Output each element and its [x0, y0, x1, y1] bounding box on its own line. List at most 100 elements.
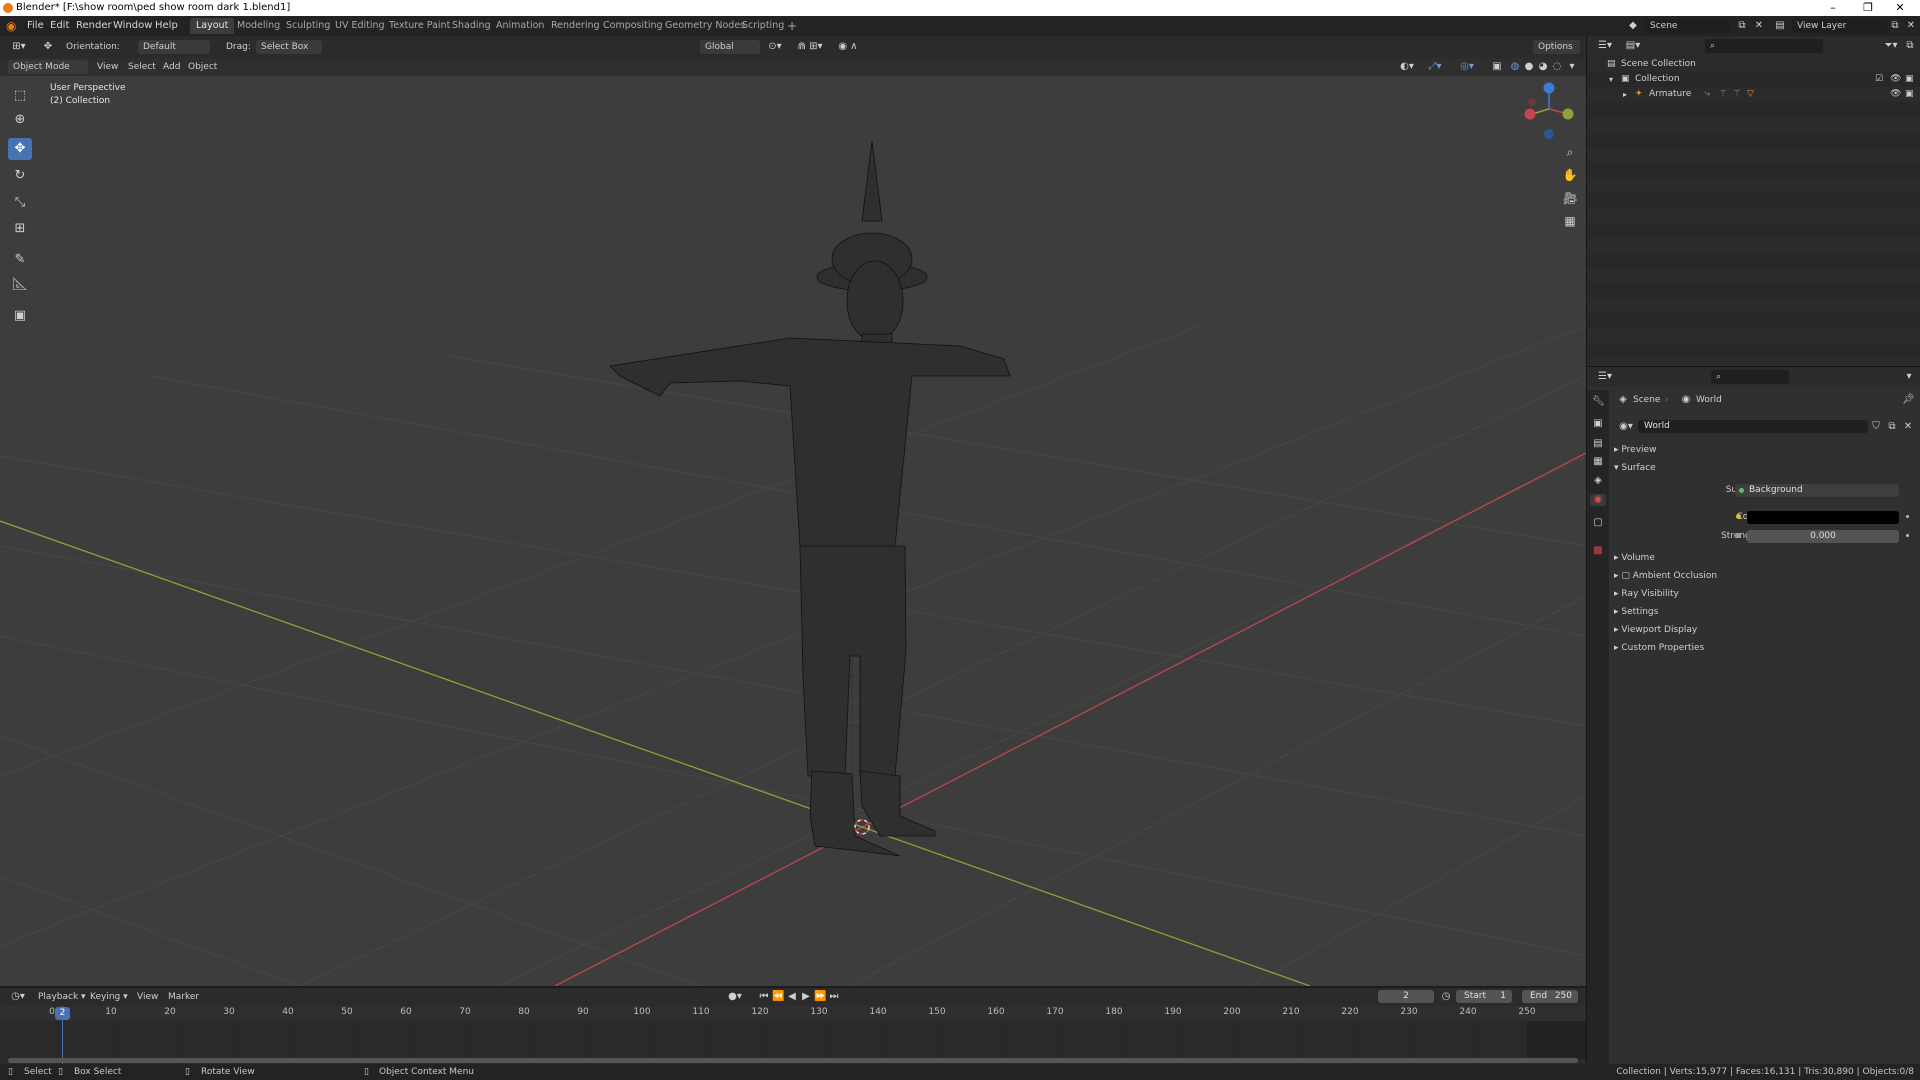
orientation-dropdown[interactable]: Default [138, 40, 210, 54]
gizmo-toggle-icon[interactable]: ⤢▾ [1424, 61, 1446, 73]
armature-character-mesh[interactable] [609, 140, 1011, 857]
outliner-row-scene-collection[interactable]: ▤ Scene Collection [1587, 57, 1920, 72]
preview-range-icon[interactable]: ◷ [1440, 991, 1452, 1003]
tab-compositing[interactable]: Compositing [597, 18, 669, 34]
transform-tool[interactable]: ⊞ [8, 218, 32, 240]
view-layer-selector[interactable]: View Layer [1792, 19, 1887, 33]
measure-tool[interactable]: 📐︎ [8, 274, 32, 296]
unlink-world-icon[interactable]: ✕ [1902, 421, 1914, 433]
menu-render[interactable]: Render [76, 16, 112, 36]
properties-options-icon[interactable]: ▾ [1903, 371, 1915, 383]
gizmo-neg-x-ball[interactable] [1528, 98, 1536, 106]
panel-custom-properties[interactable]: ▸ Custom Properties [1614, 641, 1704, 656]
world-tab-icon[interactable]: ◉ [1590, 494, 1606, 506]
minimize-button[interactable]: – [1813, 0, 1853, 16]
panel-settings[interactable]: ▸ Settings [1614, 605, 1658, 620]
tab-uv-editing[interactable]: UV Editing [329, 18, 391, 34]
viewport-menu-object[interactable]: Object [188, 60, 217, 74]
panel-ambient-occlusion[interactable]: ▸ ▢ Ambient Occlusion [1614, 569, 1717, 584]
new-world-icon[interactable]: ⧉ [1886, 421, 1898, 433]
filter-icon[interactable]: ⏷▾ [1883, 40, 1899, 52]
outliner-row-collection[interactable]: ▾ ▣ Collection ☑ 👁︎ ▣ [1587, 72, 1920, 87]
panel-surface[interactable]: ▾ Surface [1614, 461, 1656, 476]
exclude-checkbox-icon[interactable]: ☑ [1875, 72, 1883, 87]
jump-end-icon[interactable]: ⏭ [828, 991, 840, 1003]
options-dropdown[interactable]: Options [1533, 40, 1580, 54]
properties-search-input[interactable]: ⌕ [1711, 370, 1789, 384]
menu-window[interactable]: Window [113, 16, 152, 36]
timeline-menu-keying[interactable]: Keying ▾ [90, 990, 128, 1004]
end-frame-field[interactable]: End 250 [1522, 990, 1578, 1003]
overlays-toggle-icon[interactable]: ◎▾ [1456, 61, 1478, 73]
drag-dropdown[interactable]: Select Box [256, 40, 322, 54]
armature-expand-icon[interactable]: ▸ [1623, 87, 1627, 102]
3d-viewport[interactable]: User Perspective (2) Collection ⌕ ✋ 🎥︎ ▦ [0, 76, 1586, 986]
gizmo-y-ball[interactable] [1524, 108, 1536, 120]
display-mode-icon[interactable]: ▤▾ [1623, 40, 1643, 52]
gizmo-x-ball[interactable] [1562, 108, 1574, 120]
strength-keyframe-icon[interactable] [1906, 534, 1909, 537]
render-tab-icon[interactable]: ▣ [1592, 418, 1604, 430]
pivot-point-icon[interactable]: ⊙▾ [765, 41, 785, 53]
scene-selector[interactable]: Scene [1645, 19, 1730, 33]
tool-tab-icon[interactable]: 🔧︎ [1592, 396, 1605, 408]
material-shading-icon[interactable]: ◕ [1536, 61, 1550, 73]
close-button[interactable]: ✕ [1880, 0, 1920, 16]
output-tab-icon[interactable]: ▤ [1592, 438, 1604, 450]
outliner-search-input[interactable]: ⌕ [1705, 39, 1823, 53]
proportional-editing-icon[interactable]: ◉ ∧ [834, 41, 862, 53]
xray-toggle-icon[interactable]: ▣ [1490, 61, 1504, 73]
jump-start-icon[interactable]: ⏮ [758, 991, 770, 1003]
menu-file[interactable]: File [27, 16, 44, 36]
tab-animation[interactable]: Animation [490, 18, 550, 34]
color-keyframe-icon[interactable] [1906, 515, 1909, 518]
pan-view-icon[interactable]: ✋ [1561, 169, 1579, 181]
rotate-tool[interactable]: ↻ [8, 165, 32, 187]
collection-expand-icon[interactable]: ▾ [1609, 72, 1613, 87]
menu-help[interactable]: Help [155, 16, 178, 36]
snap-icon[interactable]: ⋒ ⊞▾ [792, 41, 828, 53]
add-workspace-button[interactable]: + [781, 18, 803, 34]
cursor-tool[interactable]: ⊕ [8, 109, 32, 131]
render-camera-icon[interactable]: ▣ [1905, 72, 1914, 87]
move-tool[interactable]: ✥ [8, 138, 32, 160]
viewport-menu-add[interactable]: Add [163, 60, 180, 74]
timeline-scrollbar[interactable] [8, 1058, 1578, 1063]
viewport-menu-select[interactable]: Select [128, 60, 156, 74]
view-layer-tab-icon[interactable]: ▦ [1592, 456, 1604, 468]
world-browse-icon[interactable]: ◉▾ [1617, 421, 1635, 433]
strength-field[interactable]: 0.000 [1747, 530, 1899, 543]
panel-volume[interactable]: ▸ Volume [1614, 551, 1655, 566]
ao-checkbox-icon[interactable]: ▢ [1621, 571, 1632, 581]
new-view-layer-icon[interactable]: ⧉ [1889, 20, 1901, 32]
timeline-area[interactable]: 0 10 20 30 40 50 60 70 80 90 100 110 120 130 140 150 160… [0, 1006, 1586, 1064]
mode-dropdown[interactable]: Object Mode [8, 60, 88, 74]
collection-tab-icon[interactable]: ▢ [1592, 517, 1604, 529]
visibility-eye-icon[interactable]: 👁︎ [1890, 72, 1901, 87]
pin-icon[interactable]: 📌︎ [1902, 394, 1915, 406]
perspective-toggle-icon[interactable]: ▦ [1561, 215, 1579, 227]
play-reverse-icon[interactable]: ◀ [786, 991, 798, 1003]
rendered-shading-icon[interactable]: ◌ [1550, 61, 1564, 73]
jump-prev-keyframe-icon[interactable]: ⏪ [772, 991, 784, 1003]
record-keyframe-icon[interactable]: ●▾ [725, 991, 745, 1003]
camera-view-icon[interactable]: 🎥︎ [1561, 192, 1579, 204]
zoom-view-icon[interactable]: ⌕ [1561, 146, 1579, 158]
tab-modeling[interactable]: Modeling [231, 18, 286, 34]
color-swatch[interactable] [1747, 511, 1899, 524]
panel-viewport-display[interactable]: ▸ Viewport Display [1614, 623, 1697, 638]
delete-view-layer-icon[interactable]: ✕ [1905, 20, 1917, 32]
timeline-menu-playback[interactable]: Playback ▾ [38, 990, 86, 1004]
move-tool-icon[interactable]: ✥ [40, 41, 56, 53]
properties-editor-type-icon[interactable]: ☰▾ [1595, 371, 1615, 383]
select-box-tool[interactable]: ⬚ [8, 85, 32, 107]
annotate-tool[interactable]: ✎ [8, 249, 32, 271]
jump-next-keyframe-icon[interactable]: ⏩ [814, 991, 826, 1003]
timeline-ruler[interactable]: 0 10 20 30 40 50 60 70 80 90 100 110 120 130 140 150 160… [0, 1006, 1586, 1021]
gizmo-z-ball[interactable] [1543, 82, 1555, 94]
panel-ray-visibility[interactable]: ▸ Ray Visibility [1614, 587, 1679, 602]
editor-type-icon[interactable]: ⊞▾ [10, 41, 28, 53]
delete-scene-icon[interactable]: ✕ [1753, 20, 1765, 32]
new-scene-icon[interactable]: ⧉ [1736, 20, 1748, 32]
shading-options-icon[interactable]: ▾ [1566, 61, 1578, 73]
